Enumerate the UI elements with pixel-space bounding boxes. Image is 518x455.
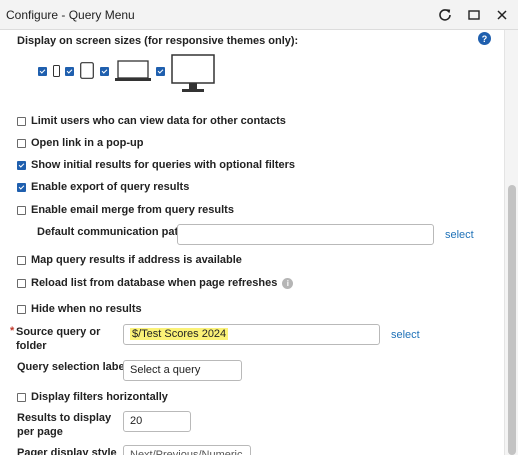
tablet-checkbox[interactable] [65,67,74,76]
display-filters-option[interactable]: Display filters horizontally [17,390,168,404]
laptop-checkbox[interactable] [100,67,109,76]
open-popup-label: Open link in a pop-up [31,137,144,149]
open-popup-checkbox[interactable] [17,138,26,148]
refresh-icon[interactable] [436,6,454,24]
query-selection-label: Query selection label [17,361,128,373]
hide-no-results-label: Hide when no results [31,303,142,315]
laptop-icon [115,60,151,85]
title-bar: Configure - Query Menu [0,0,518,30]
desktop-checkbox[interactable] [156,67,165,76]
source-query-value: $/Test Scores 2024 [130,328,229,340]
maximize-icon[interactable] [465,6,483,24]
open-popup-option[interactable]: Open link in a pop-up [17,136,143,150]
enable-export-checkbox[interactable] [17,182,26,192]
default-comm-path-label: Default communication path [37,226,185,238]
map-results-option[interactable]: Map query results if address is availabl… [17,253,242,267]
reload-list-option[interactable]: Reload list from database when page refr… [17,276,294,290]
show-initial-option[interactable]: Show initial results for queries with op… [17,158,295,172]
email-merge-label: Enable email merge from query results [31,204,234,216]
dialog-content: Display on screen sizes (for responsive … [0,30,504,455]
default-comm-path-input[interactable] [177,224,434,245]
map-results-checkbox[interactable] [17,255,26,265]
enable-export-label: Enable export of query results [31,181,190,193]
display-filters-label: Display filters horizontally [31,391,168,403]
display-filters-checkbox[interactable] [17,392,26,402]
tablet-icon [80,62,94,82]
close-icon[interactable] [493,6,511,24]
vertical-scrollbar[interactable] [504,30,518,455]
limit-users-label: Limit users who can view data for other … [31,115,286,127]
results-per-page-input[interactable]: 20 [123,411,191,432]
show-initial-label: Show initial results for queries with op… [31,159,296,171]
default-comm-path-select-link[interactable]: select [445,229,474,241]
window-title: Configure - Query Menu [6,8,135,22]
query-selection-input[interactable]: Select a query [123,360,242,381]
source-query-input[interactable]: $/Test Scores 2024 [123,324,380,345]
mobile-checkbox[interactable] [38,67,47,76]
limit-users-option[interactable]: Limit users who can view data for other … [17,114,286,128]
email-merge-checkbox[interactable] [17,205,26,215]
results-per-page-label: Results to display per page [17,412,112,438]
limit-users-checkbox[interactable] [17,116,26,126]
screen-sizes-label: Display on screen sizes (for responsive … [17,35,299,47]
map-results-label: Map query results if address is availabl… [31,254,242,266]
scrollbar-thumb[interactable] [508,185,516,455]
help-icon[interactable]: ? [478,32,491,45]
reload-list-checkbox[interactable] [17,278,26,288]
info-icon[interactable]: i [282,277,294,289]
pager-style-label: Pager display style [17,447,117,455]
mobile-icon [53,65,60,80]
desktop-icon [171,54,215,97]
source-query-select-link[interactable]: select [391,329,420,341]
show-initial-checkbox[interactable] [17,160,26,170]
source-query-label: Source query or folder [16,326,101,352]
screen-size-options [38,54,238,94]
reload-list-label: Reload list from database when page refr… [31,277,278,289]
hide-no-results-checkbox[interactable] [17,304,26,314]
hide-no-results-option[interactable]: Hide when no results [17,302,142,316]
required-marker: * [10,325,15,337]
email-merge-option[interactable]: Enable email merge from query results [17,203,234,217]
pager-style-select[interactable]: Next/Previous/Numeric [123,445,251,455]
enable-export-option[interactable]: Enable export of query results [17,180,189,194]
